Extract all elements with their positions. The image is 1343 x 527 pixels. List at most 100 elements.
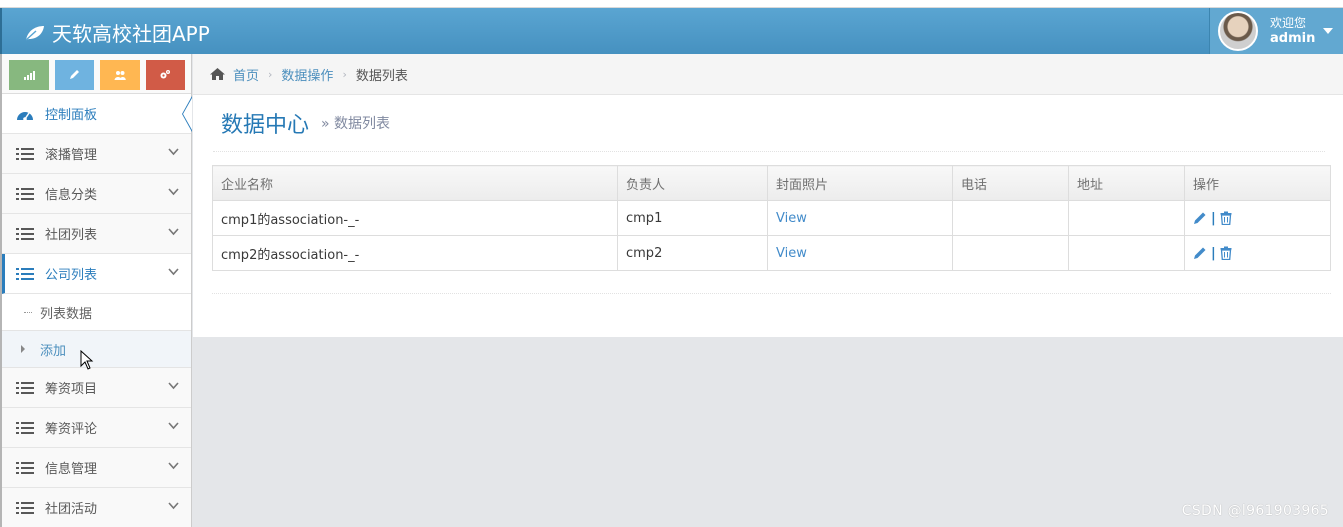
leaf-icon [25, 25, 44, 41]
trash-icon[interactable] [1220, 246, 1232, 260]
sidebar-item-fundraising-comment[interactable]: 筹资评论 [2, 408, 191, 448]
users-icon [114, 71, 126, 80]
sub-item-list-data[interactable]: 列表数据 [2, 294, 191, 331]
sidebar: 控制面板 滚播管理 信息分类 社团列表 公司列表 列表数据 添加 筹资项目 筹资… [0, 54, 192, 527]
sidebar-item-label: 滚播管理 [45, 148, 98, 163]
table-header-row: 企业名称 负责人 封面照片 电话 地址 操作 [212, 165, 1331, 201]
breadcrumb: 首页 › 数据操作 › 数据列表 [193, 54, 1343, 95]
sidebar-shortcuts [2, 54, 191, 94]
sub-item-label: 添加 [40, 343, 67, 359]
cell-address [1068, 200, 1185, 236]
list-icon [16, 381, 34, 395]
watermark: CSDN @l961903965 [1181, 503, 1329, 519]
list-icon [16, 147, 34, 161]
sidebar-item-label: 信息管理 [45, 462, 98, 477]
list-icon [16, 461, 34, 475]
shortcut-stats-button[interactable] [9, 60, 49, 90]
chevron-down-icon [168, 422, 179, 430]
chevron-down-icon [168, 188, 179, 196]
sidebar-item-info-category[interactable]: 信息分类 [2, 174, 191, 214]
page-title: 数据中心 [221, 113, 310, 138]
sidebar-item-label: 控制面板 [45, 108, 98, 123]
brand[interactable]: 天软高校社团APP [24, 18, 210, 47]
cell-photo-view-link[interactable]: View [767, 235, 953, 271]
chevron-right-icon: › [342, 67, 347, 81]
sub-item-label: 列表数据 [40, 306, 93, 322]
page-header: 数据中心 » 数据列表 [213, 95, 1325, 152]
breadcrumb-current: 数据列表 [355, 68, 408, 84]
sidebar-item-label: 筹资项目 [45, 382, 98, 397]
sidebar-item-info-manage[interactable]: 信息管理 [2, 448, 191, 488]
column-header: 封面照片 [767, 165, 953, 201]
app-title: 天软高校社团APP [52, 22, 210, 46]
page-subtitle: » 数据列表 [321, 116, 391, 132]
cell-actions: | [1184, 200, 1331, 236]
mouse-cursor-icon [80, 350, 94, 370]
sidebar-item-label: 社团列表 [45, 228, 98, 243]
chevron-down-icon [168, 148, 179, 156]
dashboard-icon [16, 107, 34, 121]
sidebar-item-dashboard[interactable]: 控制面板 [2, 94, 192, 134]
sidebar-item-club-list[interactable]: 社团列表 [2, 214, 191, 254]
user-name: admin [1270, 31, 1316, 46]
column-header: 电话 [952, 165, 1069, 201]
cell-company-name: cmp1的association-_- [212, 200, 618, 236]
edit-pencil-icon[interactable] [1193, 211, 1207, 225]
data-table-wrapper: 企业名称 负责人 封面照片 电话 地址 操作 cmp1的association-… [212, 165, 1331, 271]
breadcrumb-home-link[interactable]: 首页 [233, 65, 259, 84]
sidebar-item-club-activity[interactable]: 社团活动 [2, 488, 191, 527]
sidebar-item-label: 公司列表 [45, 268, 98, 283]
table-row: cmp2的association-_- cmp2 View | [212, 235, 1331, 271]
pencil-icon [70, 70, 80, 79]
sidebar-item-label: 社团活动 [45, 502, 98, 517]
chevron-down-icon [168, 502, 179, 510]
edit-pencil-icon[interactable] [1193, 246, 1207, 260]
action-separator: | [1211, 245, 1216, 261]
chevron-down-icon [168, 228, 179, 236]
sub-item-add[interactable]: 添加 [2, 331, 191, 368]
user-greeting: 欢迎您 [1270, 16, 1307, 30]
user-menu[interactable]: 欢迎您 admin [1209, 8, 1343, 54]
sidebar-item-company-list[interactable]: 公司列表 [2, 254, 191, 294]
sidebar-item-scroll-manage[interactable]: 滚播管理 [2, 134, 191, 174]
list-icon [16, 267, 34, 281]
cell-company-name: cmp2的association-_- [212, 235, 618, 271]
cell-actions: | [1184, 235, 1331, 271]
list-icon [16, 421, 34, 435]
gears-icon [160, 70, 171, 79]
cell-owner: cmp2 [617, 235, 768, 271]
main-content: 首页 › 数据操作 › 数据列表 数据中心 » 数据列表 企业名称 负责人 封面… [193, 54, 1343, 337]
chevron-down-icon [168, 268, 179, 276]
column-header: 负责人 [617, 165, 768, 201]
cell-address [1068, 235, 1185, 271]
cell-photo-view-link[interactable]: View [767, 200, 953, 236]
sidebar-item-label: 信息分类 [45, 188, 98, 203]
trash-icon[interactable] [1220, 211, 1232, 225]
chevron-down-icon [168, 462, 179, 470]
chevron-down-icon [168, 382, 179, 390]
breadcrumb-section-link[interactable]: 数据操作 [281, 65, 333, 84]
divider [212, 293, 1331, 294]
caret-down-icon [1323, 28, 1333, 34]
user-info: 欢迎您 admin [1270, 16, 1315, 46]
shortcut-edit-button[interactable] [54, 60, 94, 90]
table-row: cmp1的association-_- cmp1 View | [212, 200, 1331, 236]
column-header: 企业名称 [212, 165, 618, 201]
tree-dash [24, 312, 32, 313]
list-icon [16, 187, 34, 201]
list-icon [16, 227, 34, 241]
sidebar-item-label: 筹资评论 [45, 422, 98, 437]
chevron-right-icon: › [268, 67, 273, 81]
signal-icon [23, 71, 35, 80]
cell-phone [952, 235, 1069, 271]
cell-owner: cmp1 [617, 200, 768, 236]
list-icon [16, 501, 34, 515]
column-header: 操作 [1184, 165, 1331, 201]
caret-right-icon [21, 345, 25, 353]
shortcut-users-button[interactable] [100, 60, 140, 90]
cell-phone [952, 200, 1069, 236]
shortcut-settings-button[interactable] [145, 60, 185, 90]
action-separator: | [1211, 210, 1216, 226]
sidebar-item-fundraising-project[interactable]: 筹资项目 [2, 368, 191, 408]
browser-top-strip [0, 0, 1343, 8]
